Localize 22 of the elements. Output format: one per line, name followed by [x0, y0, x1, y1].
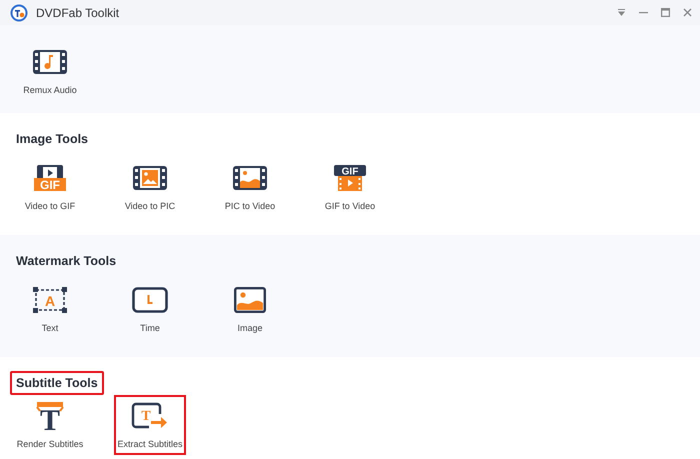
- film-landscape-icon: [232, 163, 268, 193]
- tool-button[interactable]: T Render Subtitles: [2, 395, 98, 455]
- tool-button[interactable]: Time: [102, 279, 198, 339]
- image-icon: [234, 285, 266, 315]
- tool-button[interactable]: Video to PIC: [102, 157, 198, 217]
- section-title: Watermark Tools: [15, 253, 118, 270]
- section-title: Image Tools: [15, 131, 90, 148]
- dropdown-menu-icon[interactable]: [617, 8, 626, 17]
- film-music-icon: [32, 47, 68, 77]
- tool-button[interactable]: T Extract Subtitles: [114, 395, 186, 455]
- maximize-icon[interactable]: [661, 8, 670, 17]
- tool-button[interactable]: PIC to Video: [202, 157, 298, 217]
- close-icon[interactable]: [683, 8, 692, 17]
- app-logo-icon: [10, 4, 28, 22]
- tool-button[interactable]: Remux Audio: [2, 41, 98, 101]
- tool-button[interactable]: GIF Video to GIF: [2, 157, 98, 217]
- section-title: Subtitle Tools: [10, 371, 104, 395]
- tool-button[interactable]: GIF GIF to Video: [302, 157, 398, 217]
- film-picture-icon: [132, 163, 168, 193]
- tool-button[interactable]: Image: [202, 279, 298, 339]
- window-title: DVDFab Toolkit: [36, 6, 120, 20]
- tool-button[interactable]: A Text: [2, 279, 98, 339]
